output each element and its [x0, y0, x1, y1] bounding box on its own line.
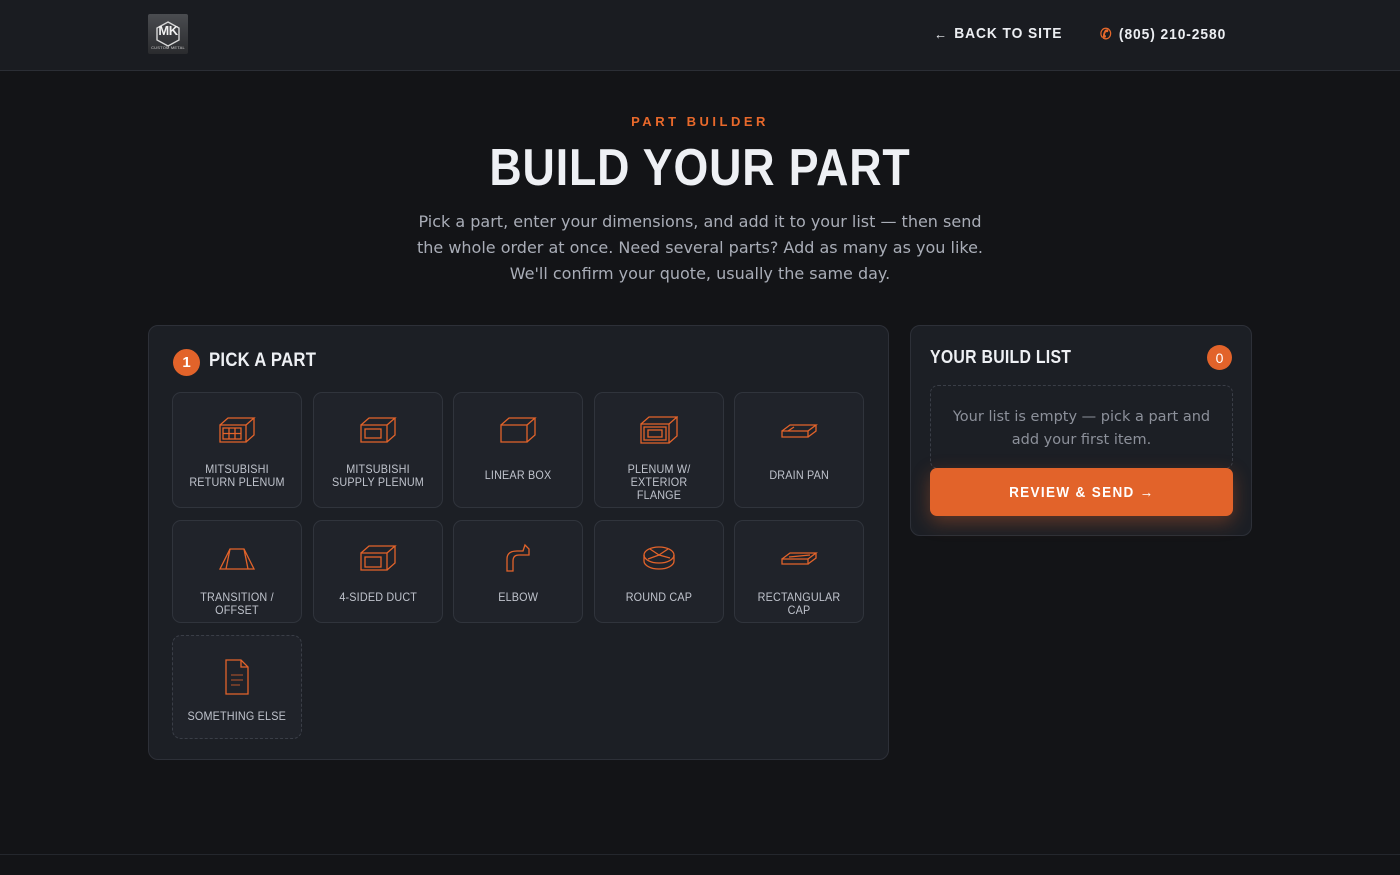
page-title: BUILD YOUR PART — [489, 139, 911, 197]
rect-cap-icon — [781, 552, 818, 565]
part-label: SOMETHING ELSE — [187, 709, 287, 723]
pick-a-part-panel: 1 PICK A PART MITSUBISHI RETURN PLENUM M… — [148, 325, 889, 760]
item-count-badge: 0 — [1207, 345, 1232, 370]
back-to-site-label: BACK TO SITE — [954, 25, 1063, 42]
part-label: MITSUBISHI SUPPLY PLENUM — [332, 462, 424, 489]
pick-a-part-title: PICK A PART — [209, 350, 317, 371]
logo-text: MK — [158, 23, 178, 38]
part-label: PLENUM W/ EXTERIOR FLANGE — [627, 462, 691, 502]
build-list-panel: YOUR BUILD LIST 0 Your list is empty — p… — [910, 325, 1252, 536]
duct-icon — [360, 545, 397, 571]
step-number-badge: 1 — [173, 349, 200, 376]
part-tile-round-cap[interactable]: ROUND CAP — [594, 520, 724, 623]
part-label: MITSUBISHI RETURN PLENUM — [189, 462, 285, 489]
round-cap-icon — [643, 546, 675, 570]
logo-subtext: CUSTOM METAL — [151, 45, 185, 50]
part-tile-flange-plenum[interactable]: PLENUM W/ EXTERIOR FLANGE — [594, 392, 724, 508]
part-label: DRAIN PAN — [769, 468, 829, 482]
footer-divider — [0, 854, 1400, 855]
eyebrow-label: PART BUILDER — [631, 114, 769, 129]
supply-plenum-icon — [360, 417, 397, 443]
build-list-title: YOUR BUILD LIST — [930, 347, 1072, 367]
empty-list-box: Your list is empty — pick a part and add… — [930, 385, 1233, 469]
part-tile-elbow[interactable]: ELBOW — [453, 520, 583, 623]
part-tile-linear-box[interactable]: LINEAR BOX — [453, 392, 583, 508]
phone-icon: ✆ — [1100, 26, 1113, 43]
part-tile-supply-plenum[interactable]: MITSUBISHI SUPPLY PLENUM — [313, 392, 443, 508]
review-and-send-label: REVIEW & SEND → — [1008, 483, 1155, 501]
phone-link[interactable]: ✆ (805) 210-2580 — [1100, 25, 1227, 44]
transition-icon — [218, 548, 256, 570]
back-to-site-link[interactable]: ← BACK TO SITE — [934, 25, 1062, 42]
arrow-left-icon: ← — [934, 25, 948, 42]
part-label: ELBOW — [498, 590, 538, 604]
part-label: 4-SIDED DUCT — [339, 590, 417, 604]
page-subtitle: Pick a part, enter your dimensions, and … — [416, 212, 984, 283]
part-tile-duct[interactable]: 4-SIDED DUCT — [313, 520, 443, 623]
linear-box-icon — [500, 417, 537, 443]
part-tile-drain-pan[interactable]: DRAIN PAN — [734, 392, 864, 508]
top-bar: MK CUSTOM METAL ← BACK TO SITE ✆ (805) 2… — [0, 0, 1400, 71]
phone-number: (805) 210-2580 — [1118, 25, 1227, 43]
part-label: ROUND CAP — [625, 590, 693, 604]
part-tile-something-else[interactable]: SOMETHING ELSE — [172, 635, 302, 739]
part-tile-return-plenum[interactable]: MITSUBISHI RETURN PLENUM — [172, 392, 302, 508]
elbow-icon — [506, 543, 530, 572]
part-tile-rect-cap[interactable]: RECTANGULAR CAP — [734, 520, 864, 623]
logo[interactable]: MK CUSTOM METAL — [148, 14, 188, 54]
flange-plenum-icon — [640, 416, 678, 444]
drain-pan-icon — [781, 424, 818, 438]
part-label: TRANSITION / OFFSET — [200, 590, 274, 617]
document-icon — [225, 659, 249, 695]
part-label: RECTANGULAR CAP — [757, 590, 841, 617]
review-and-send-button[interactable]: REVIEW & SEND → — [930, 468, 1233, 516]
part-tile-transition[interactable]: TRANSITION / OFFSET — [172, 520, 302, 623]
return-plenum-icon — [219, 417, 256, 443]
empty-list-text: Your list is empty — pick a part and add… — [952, 409, 1211, 448]
part-label: LINEAR BOX — [484, 468, 552, 482]
